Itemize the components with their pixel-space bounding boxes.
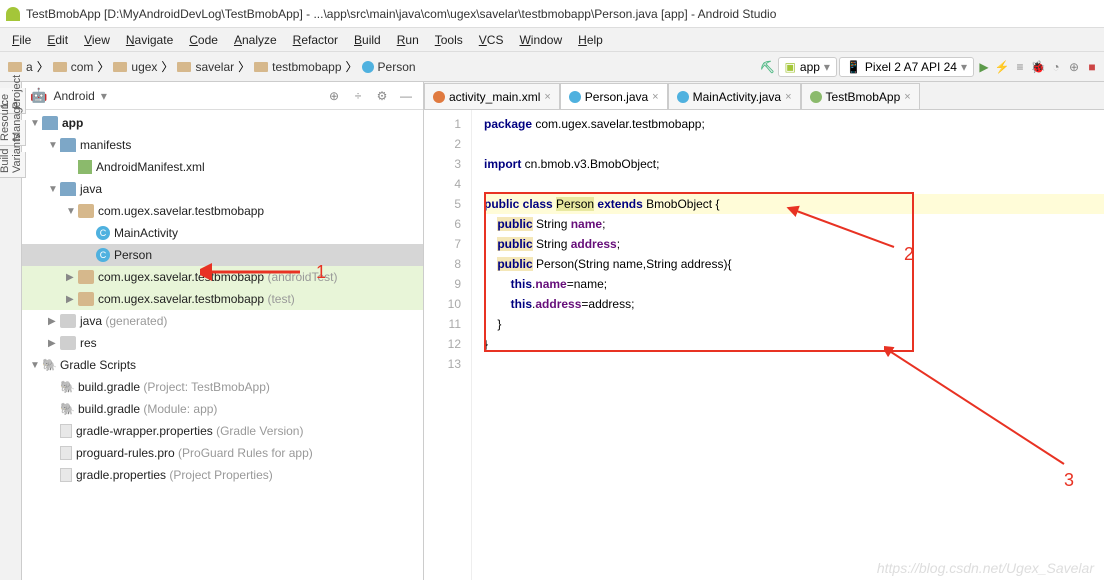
tree-proguard-rules-pro[interactable]: ▶proguard-rules.pro (ProGuard Rules for …: [22, 442, 423, 464]
tree-com-ugex-savelar-testbmobapp[interactable]: ▼com.ugex.savelar.testbmobapp: [22, 200, 423, 222]
menu-run[interactable]: Run: [389, 31, 427, 49]
android-icon: 🤖: [30, 87, 47, 104]
menu-file[interactable]: File: [4, 31, 39, 49]
crumb-a[interactable]: a: [4, 58, 37, 76]
editor-tabstrip: activity_main.xml×Person.java×MainActivi…: [424, 82, 1104, 110]
tree-build-gradle[interactable]: ▶🐘build.gradle (Project: TestBmobApp): [22, 376, 423, 398]
annotation-label-1: 1: [316, 262, 326, 283]
watermark: https://blog.csdn.net/Ugex_Savelar: [877, 560, 1094, 576]
tree-mainactivity[interactable]: ▶CMainActivity: [22, 222, 423, 244]
editor-area: activity_main.xml×Person.java×MainActivi…: [424, 82, 1104, 580]
annotation-label-3: 3: [1064, 470, 1074, 491]
tree-com-ugex-savelar-testbmobapp[interactable]: ▶com.ugex.savelar.testbmobapp (androidTe…: [22, 266, 423, 288]
run-icon[interactable]: ▶: [976, 59, 992, 75]
menu-help[interactable]: Help: [570, 31, 611, 49]
menu-build[interactable]: Build: [346, 31, 389, 49]
side-tab[interactable]: Build Variants: [0, 152, 26, 178]
close-icon[interactable]: ×: [785, 91, 791, 103]
menu-window[interactable]: Window: [511, 31, 570, 49]
crumb-savelar[interactable]: savelar: [173, 58, 238, 76]
code-editor[interactable]: 12345678910111213 package com.ugex.savel…: [424, 110, 1104, 580]
device-selector[interactable]: 📱 Pixel 2 A7 API 24 ▾: [839, 57, 974, 77]
menu-analyze[interactable]: Analyze: [226, 31, 285, 49]
tree-gradle-scripts[interactable]: ▼🐘Gradle Scripts: [22, 354, 423, 376]
close-icon[interactable]: ×: [904, 91, 910, 103]
menu-vcs[interactable]: VCS: [471, 31, 512, 49]
menu-edit[interactable]: Edit: [39, 31, 76, 49]
tree-manifests[interactable]: ▼manifests: [22, 134, 423, 156]
apply-changes-icon[interactable]: ⚡: [994, 59, 1010, 75]
target-icon[interactable]: ⊕: [325, 87, 343, 105]
editor-tab-Person.java[interactable]: Person.java×: [560, 83, 668, 109]
breadcrumb: a〉com〉ugex〉savelar〉testbmobapp〉Person: [4, 58, 420, 76]
build-icon[interactable]: ⛏: [760, 59, 776, 75]
window-title: TestBmobApp [D:\MyAndroidDevLog\TestBmob…: [26, 7, 776, 21]
menu-bar: FileEditViewNavigateCodeAnalyzeRefactorB…: [0, 28, 1104, 52]
menu-view[interactable]: View: [76, 31, 118, 49]
menu-tools[interactable]: Tools: [427, 31, 471, 49]
attach-icon[interactable]: ⊕: [1066, 59, 1082, 75]
close-icon[interactable]: ×: [544, 91, 550, 103]
editor-tab-TestBmobApp[interactable]: TestBmobApp×: [801, 83, 920, 109]
project-header: 🤖 Android ▾ ⊕ ÷ ⚙ —: [22, 82, 423, 110]
tree-java[interactable]: ▶java (generated): [22, 310, 423, 332]
gear-icon[interactable]: ⚙: [373, 87, 391, 105]
menu-navigate[interactable]: Navigate: [118, 31, 181, 49]
left-tool-stripe: 1: ProjectResource ManagerBuild Variants: [0, 82, 22, 580]
tree-gradle-wrapper-properties[interactable]: ▶gradle-wrapper.properties (Gradle Versi…: [22, 420, 423, 442]
project-panel: 🤖 Android ▾ ⊕ ÷ ⚙ — ▼app▼manifests▶Andro…: [22, 82, 424, 580]
app-logo-icon: [6, 7, 20, 21]
stop-icon[interactable]: ■: [1084, 59, 1100, 75]
code-content[interactable]: package com.ugex.savelar.testbmobapp;imp…: [472, 110, 1104, 580]
tree-app[interactable]: ▼app: [22, 112, 423, 134]
tree-build-gradle[interactable]: ▶🐘build.gradle (Module: app): [22, 398, 423, 420]
crumb-ugex[interactable]: ugex: [109, 58, 161, 76]
tree-person[interactable]: ▶CPerson: [22, 244, 423, 266]
hide-icon[interactable]: —: [397, 87, 415, 105]
menu-code[interactable]: Code: [181, 31, 226, 49]
editor-tab-MainActivity.java[interactable]: MainActivity.java×: [668, 83, 801, 109]
tree-java[interactable]: ▼java: [22, 178, 423, 200]
crumb-testbmobapp[interactable]: testbmobapp: [250, 58, 345, 76]
apply-code-icon[interactable]: ≡: [1012, 59, 1028, 75]
project-tree[interactable]: ▼app▼manifests▶AndroidManifest.xml▼java▼…: [22, 110, 423, 580]
menu-refactor[interactable]: Refactor: [285, 31, 346, 49]
tree-gradle-properties[interactable]: ▶gradle.properties (Project Properties): [22, 464, 423, 486]
tree-res[interactable]: ▶res: [22, 332, 423, 354]
window-titlebar: TestBmobApp [D:\MyAndroidDevLog\TestBmob…: [0, 0, 1104, 28]
annotation-label-2: 2: [904, 244, 914, 265]
project-mode[interactable]: Android: [53, 89, 94, 103]
close-icon[interactable]: ×: [652, 91, 658, 103]
crumb-com[interactable]: com: [49, 58, 98, 76]
collapse-icon[interactable]: ÷: [349, 87, 367, 105]
profile-icon[interactable]: ◔: [1048, 59, 1064, 75]
tree-androidmanifest-xml[interactable]: ▶AndroidManifest.xml: [22, 156, 423, 178]
debug-icon[interactable]: 🐞: [1030, 59, 1046, 75]
line-gutter: 12345678910111213: [424, 110, 472, 580]
editor-tab-activity_main.xml[interactable]: activity_main.xml×: [424, 83, 560, 109]
nav-toolbar: a〉com〉ugex〉savelar〉testbmobapp〉Person ⛏ …: [0, 52, 1104, 82]
crumb-Person[interactable]: Person: [358, 58, 420, 76]
module-selector[interactable]: ▣ app ▾: [778, 57, 837, 77]
tree-com-ugex-savelar-testbmobapp[interactable]: ▶com.ugex.savelar.testbmobapp (test): [22, 288, 423, 310]
